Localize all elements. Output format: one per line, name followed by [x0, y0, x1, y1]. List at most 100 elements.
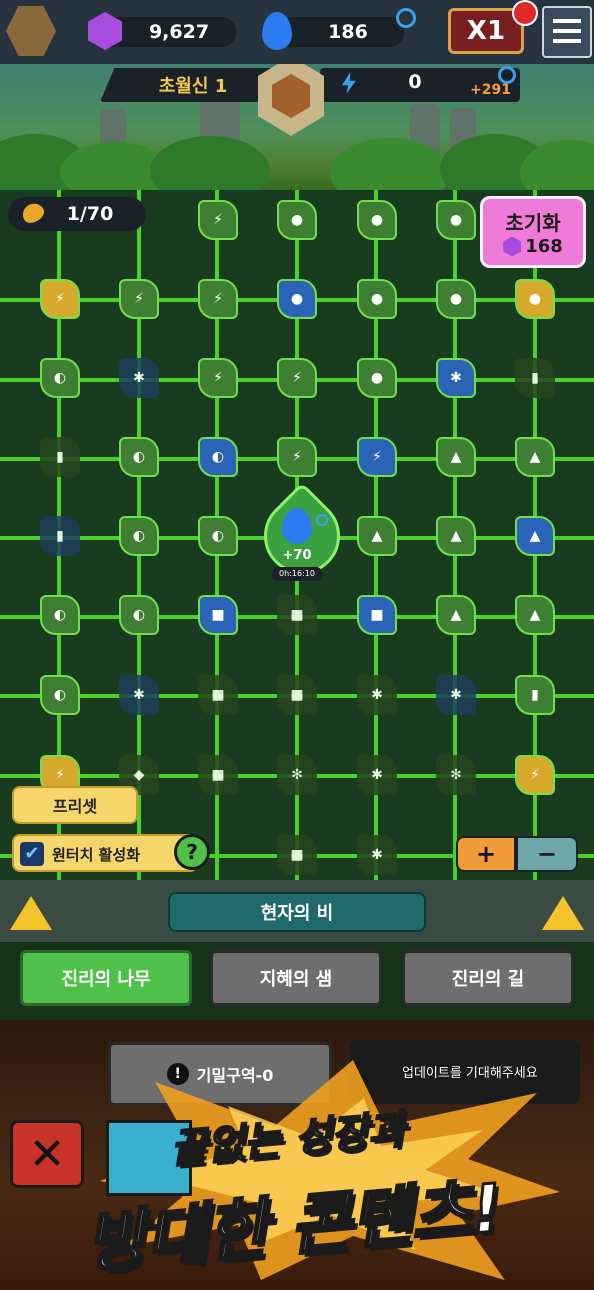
skill-node[interactable]: ■	[198, 595, 238, 635]
help-button[interactable]: ?	[174, 834, 210, 870]
chest-icon: ■	[290, 607, 304, 623]
skill-node[interactable]: ●	[515, 279, 555, 319]
skill-node[interactable]: ✱	[357, 835, 397, 875]
gold-icon: ◐	[132, 449, 146, 465]
reset-button[interactable]: 초기화 168	[480, 196, 586, 268]
chest-icon: ■	[290, 687, 304, 703]
skill-tree-grid: ⚡ ● ● ● ⚡ ⚡ ⚡ ● ● ● ● ◐ ✱ ⚡ ⚡ ● ✱ ▮ ▮ ◐ …	[0, 190, 594, 880]
skill-node[interactable]: ▲	[436, 437, 476, 477]
energy-gain: +291	[470, 82, 511, 98]
orb-icon: ●	[370, 212, 384, 228]
gear-icon: ✱	[371, 847, 383, 863]
skill-node[interactable]: ✻	[436, 755, 476, 795]
skill-node[interactable]: ◐	[119, 516, 159, 556]
fire-icon: ▲	[450, 528, 462, 544]
skill-node[interactable]: ✱	[357, 755, 397, 795]
close-button[interactable]: ✕	[10, 1120, 84, 1188]
skill-node[interactable]: ▲	[357, 516, 397, 556]
lightning-icon: ⚡	[372, 449, 382, 465]
zoom-in-button[interactable]: +	[456, 836, 516, 872]
skill-node[interactable]: ▮	[40, 437, 80, 477]
zoom-out-button[interactable]: −	[516, 836, 578, 872]
skill-node[interactable]: ◐	[119, 437, 159, 477]
skill-node[interactable]: ⚡	[515, 755, 555, 795]
lightning-icon: ⚡	[134, 291, 144, 307]
lightning-icon: ⚡	[213, 212, 223, 228]
skill-node[interactable]: ◐	[119, 595, 159, 635]
flame-count: 186	[328, 21, 368, 43]
checkbox-checked-icon[interactable]: ✔	[20, 842, 44, 866]
skill-node[interactable]: ●	[277, 200, 317, 240]
skill-node[interactable]: ■	[198, 755, 238, 795]
skill-node[interactable]: ◐	[198, 437, 238, 477]
skill-node[interactable]: ✱	[436, 358, 476, 398]
skill-node[interactable]: ⚡	[357, 437, 397, 477]
skill-node[interactable]: ⚡	[198, 279, 238, 319]
skill-node[interactable]: ⚡	[40, 279, 80, 319]
center-timer: 0h:16:10	[272, 567, 322, 581]
notification-dot-icon	[512, 0, 538, 26]
orb-icon: ●	[370, 370, 384, 386]
skill-node[interactable]: ▲	[515, 595, 555, 635]
skill-node[interactable]: ●	[357, 358, 397, 398]
skill-node[interactable]: ▲	[436, 516, 476, 556]
gem-icon	[503, 236, 522, 257]
magnifier-icon[interactable]	[396, 8, 416, 28]
skill-node[interactable]: ✱	[119, 675, 159, 715]
tab-tree-of-truth[interactable]: 진리의 나무	[20, 950, 192, 1006]
skill-node[interactable]: ⚡	[277, 358, 317, 398]
skill-node[interactable]: ■	[277, 595, 317, 635]
skill-node[interactable]: ●	[357, 200, 397, 240]
orb-icon: ●	[449, 291, 463, 307]
onetouch-toggle[interactable]: ✔ 원터치 활성화	[12, 834, 198, 872]
skill-node[interactable]: ⚡	[198, 358, 238, 398]
skill-node[interactable]: ●	[277, 279, 317, 319]
fire-icon: ▲	[529, 449, 541, 465]
skill-node[interactable]: ✱	[357, 675, 397, 715]
skill-node[interactable]: ●	[357, 279, 397, 319]
skill-node[interactable]: ▲	[436, 595, 476, 635]
skill-node[interactable]: ●	[436, 279, 476, 319]
skill-node[interactable]: ✱	[436, 675, 476, 715]
gear-icon: ✱	[133, 370, 145, 386]
skill-node[interactable]: ▮	[515, 675, 555, 715]
skill-node[interactable]: ◐	[198, 516, 238, 556]
bottle-icon: ▮	[531, 370, 539, 386]
timer-text: 0h:16:10	[279, 569, 315, 578]
skill-node[interactable]: ◐	[40, 595, 80, 635]
skill-node[interactable]: ⚡	[119, 279, 159, 319]
gold-icon: ◐	[53, 607, 67, 623]
skill-node[interactable]: ▲	[515, 437, 555, 477]
skill-node[interactable]: ■	[357, 595, 397, 635]
skill-node[interactable]: ✻	[277, 755, 317, 795]
skill-node[interactable]: ■	[277, 835, 317, 875]
tab-spring-of-wisdom[interactable]: 지혜의 샘	[210, 950, 382, 1006]
skill-node[interactable]: ■	[277, 675, 317, 715]
skill-node[interactable]: ▮	[40, 516, 80, 556]
preset-button[interactable]: 프리셋	[12, 786, 138, 824]
menu-button[interactable]	[542, 6, 592, 58]
orb-icon: ●	[528, 291, 542, 307]
top-bar: 9,627 186 X1	[0, 0, 594, 64]
fire-icon: ▲	[450, 607, 462, 623]
skill-node[interactable]: ▲	[515, 516, 555, 556]
gold-icon: ◐	[53, 687, 67, 703]
magnifier-icon[interactable]	[316, 514, 328, 526]
skill-node[interactable]: ●	[436, 200, 476, 240]
lightning-icon: ⚡	[292, 370, 302, 386]
stage-emblem[interactable]	[258, 64, 324, 136]
chest-icon: ■	[211, 687, 225, 703]
profile-hex-icon[interactable]	[6, 6, 56, 56]
section-title[interactable]: 현자의 비	[168, 892, 426, 932]
skill-node[interactable]: ⚡	[198, 200, 238, 240]
skill-node[interactable]: ◐	[40, 675, 80, 715]
skill-node[interactable]: ▮	[515, 358, 555, 398]
skill-node[interactable]: ✱	[119, 358, 159, 398]
secret-zone-button[interactable]: ! 기밀구역-0	[108, 1042, 332, 1106]
bottom-panel: 현자의 비 진리의 나무 지혜의 샘 진리의 길 ! 기밀구역-0 업데이트를 …	[0, 880, 594, 1290]
tab-path-of-truth[interactable]: 진리의 길	[402, 950, 574, 1006]
chest-icon: ■	[370, 607, 384, 623]
skill-node[interactable]: ■	[198, 675, 238, 715]
skill-node[interactable]: ⚡	[277, 437, 317, 477]
skill-node[interactable]: ◐	[40, 358, 80, 398]
